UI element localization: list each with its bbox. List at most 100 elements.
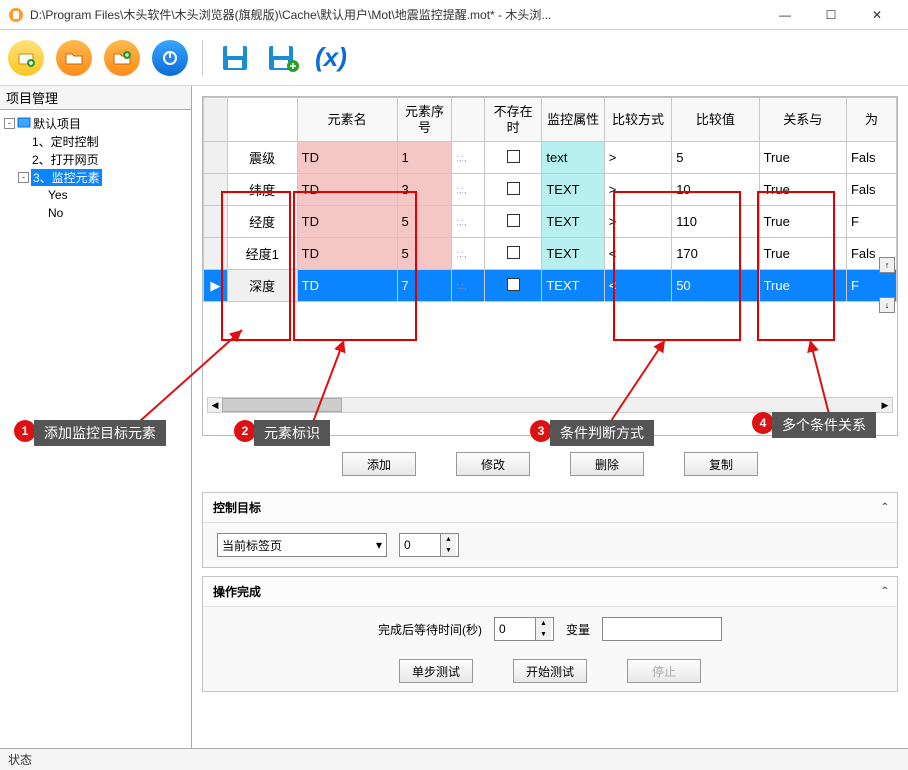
cell-op[interactable]: < bbox=[604, 270, 671, 302]
cell-rel[interactable]: True bbox=[759, 142, 846, 174]
cell-val[interactable]: 10 bbox=[672, 174, 759, 206]
spin-up-icon[interactable]: ▲ bbox=[440, 534, 456, 545]
tree-item-selected[interactable]: -3、监控元素 bbox=[4, 168, 187, 186]
start-test-button[interactable]: 开始测试 bbox=[513, 659, 587, 683]
new-project-button[interactable] bbox=[6, 38, 46, 78]
collapse-icon[interactable]: ˆ bbox=[882, 500, 887, 516]
collapse-icon[interactable]: ˆ bbox=[882, 584, 887, 600]
checkbox-icon[interactable] bbox=[507, 150, 520, 163]
save-button[interactable] bbox=[215, 38, 255, 78]
cell-mon[interactable]: TEXT bbox=[542, 238, 604, 270]
delete-row-button[interactable]: 删除 bbox=[570, 452, 644, 476]
scroll-down-button[interactable]: ↓ bbox=[879, 297, 895, 313]
tree-root[interactable]: - 默认项目 bbox=[4, 114, 187, 132]
row-name[interactable]: 深度 bbox=[227, 270, 297, 302]
cell-idx[interactable]: 5 bbox=[397, 238, 452, 270]
cell-rel[interactable]: True bbox=[759, 174, 846, 206]
open-button[interactable] bbox=[54, 38, 94, 78]
add-button[interactable] bbox=[102, 38, 142, 78]
checkbox-icon[interactable] bbox=[507, 278, 520, 291]
cell-val[interactable]: 50 bbox=[672, 270, 759, 302]
cell-elem[interactable]: TD bbox=[297, 174, 397, 206]
col-idx[interactable]: 元素序号 bbox=[397, 98, 452, 142]
cell-mon[interactable]: TEXT bbox=[542, 174, 604, 206]
maximize-button[interactable]: ☐ bbox=[808, 0, 854, 30]
cell-absent[interactable] bbox=[484, 206, 541, 238]
element-table[interactable]: 元素名 元素序号 不存在时 监控属性 比较方式 比较值 关系与 为 震级TD1:… bbox=[203, 97, 897, 302]
save-as-button[interactable] bbox=[263, 38, 303, 78]
cell-op[interactable]: > bbox=[604, 142, 671, 174]
cell-mon[interactable]: text bbox=[542, 142, 604, 174]
horizontal-scrollbar[interactable]: ◀ ▶ bbox=[207, 397, 893, 413]
cell-rel[interactable]: True bbox=[759, 206, 846, 238]
cell-idx[interactable]: 5 bbox=[397, 206, 452, 238]
add-row-button[interactable]: 添加 bbox=[342, 452, 416, 476]
cell-tail[interactable]: Fals bbox=[846, 142, 896, 174]
row-name[interactable]: 经度1 bbox=[227, 238, 297, 270]
tab-select[interactable]: 当前标签页 ▾ bbox=[217, 533, 387, 557]
cell-op[interactable]: > bbox=[604, 206, 671, 238]
row-name[interactable]: 震级 bbox=[227, 142, 297, 174]
cell-rel[interactable]: True bbox=[759, 270, 846, 302]
spin-down-icon[interactable]: ▼ bbox=[440, 545, 456, 556]
tree-child[interactable]: Yes bbox=[4, 186, 187, 204]
cell-absent[interactable] bbox=[484, 174, 541, 206]
tree-item[interactable]: 2、打开网页 bbox=[4, 150, 187, 168]
cell-absent[interactable] bbox=[484, 142, 541, 174]
cell-mon[interactable]: TEXT bbox=[542, 206, 604, 238]
checkbox-icon[interactable] bbox=[507, 214, 520, 227]
scroll-up-button[interactable]: ↑ bbox=[879, 257, 895, 273]
var-input[interactable] bbox=[602, 617, 722, 641]
cell-idx[interactable]: 3 bbox=[397, 174, 452, 206]
col-mon[interactable]: 监控属性 bbox=[542, 98, 604, 142]
row-name[interactable]: 经度 bbox=[227, 206, 297, 238]
col-elem[interactable]: 元素名 bbox=[297, 98, 397, 142]
stop-button[interactable]: 停止 bbox=[627, 659, 701, 683]
tab-index-input[interactable] bbox=[400, 538, 440, 552]
cell-tail[interactable]: F bbox=[846, 206, 896, 238]
cell-elem[interactable]: TD bbox=[297, 270, 397, 302]
col-val[interactable]: 比较值 bbox=[672, 98, 759, 142]
cell-elem[interactable]: TD bbox=[297, 142, 397, 174]
cell-rel[interactable]: True bbox=[759, 238, 846, 270]
wait-input[interactable] bbox=[495, 622, 535, 636]
col-tail[interactable]: 为 bbox=[846, 98, 896, 142]
checkbox-icon[interactable] bbox=[507, 246, 520, 259]
col-op[interactable]: 比较方式 bbox=[604, 98, 671, 142]
table-row[interactable]: 经度TD5:,:,TEXT>110TrueF bbox=[204, 206, 897, 238]
cell-elem[interactable]: TD bbox=[297, 206, 397, 238]
cell-idx[interactable]: 7 bbox=[397, 270, 452, 302]
col-absent[interactable]: 不存在时 bbox=[484, 98, 541, 142]
cell-val[interactable]: 5 bbox=[672, 142, 759, 174]
collapse-icon[interactable]: - bbox=[18, 172, 29, 183]
cell-mon[interactable]: TEXT bbox=[542, 270, 604, 302]
scrollbar-thumb[interactable] bbox=[222, 398, 342, 412]
scroll-right-icon[interactable]: ▶ bbox=[878, 398, 892, 412]
tab-index-spinner[interactable]: ▲▼ bbox=[399, 533, 459, 557]
cell-idx[interactable]: 1 bbox=[397, 142, 452, 174]
cell-absent[interactable] bbox=[484, 270, 541, 302]
cell-val[interactable]: 170 bbox=[672, 238, 759, 270]
col-rel[interactable]: 关系与 bbox=[759, 98, 846, 142]
collapse-icon[interactable]: - bbox=[4, 118, 15, 129]
cell-val[interactable]: 110 bbox=[672, 206, 759, 238]
minimize-button[interactable]: — bbox=[762, 0, 808, 30]
cell-op[interactable]: > bbox=[604, 174, 671, 206]
tree-child[interactable]: No bbox=[4, 204, 187, 222]
step-test-button[interactable]: 单步测试 bbox=[399, 659, 473, 683]
scroll-left-icon[interactable]: ◀ bbox=[208, 398, 222, 412]
checkbox-icon[interactable] bbox=[507, 182, 520, 195]
table-row[interactable]: 震级TD1:,:,text>5TrueFals bbox=[204, 142, 897, 174]
power-button[interactable] bbox=[150, 38, 190, 78]
spin-up-icon[interactable]: ▲ bbox=[535, 618, 551, 629]
row-name[interactable]: 纬度 bbox=[227, 174, 297, 206]
cell-elem[interactable]: TD bbox=[297, 238, 397, 270]
spin-down-icon[interactable]: ▼ bbox=[535, 629, 551, 640]
copy-row-button[interactable]: 复制 bbox=[684, 452, 758, 476]
cell-op[interactable]: < bbox=[604, 238, 671, 270]
modify-row-button[interactable]: 修改 bbox=[456, 452, 530, 476]
wait-spinner[interactable]: ▲▼ bbox=[494, 617, 554, 641]
close-button[interactable]: ✕ bbox=[854, 0, 900, 30]
variable-button[interactable]: (x) bbox=[311, 38, 351, 78]
cell-absent[interactable] bbox=[484, 238, 541, 270]
